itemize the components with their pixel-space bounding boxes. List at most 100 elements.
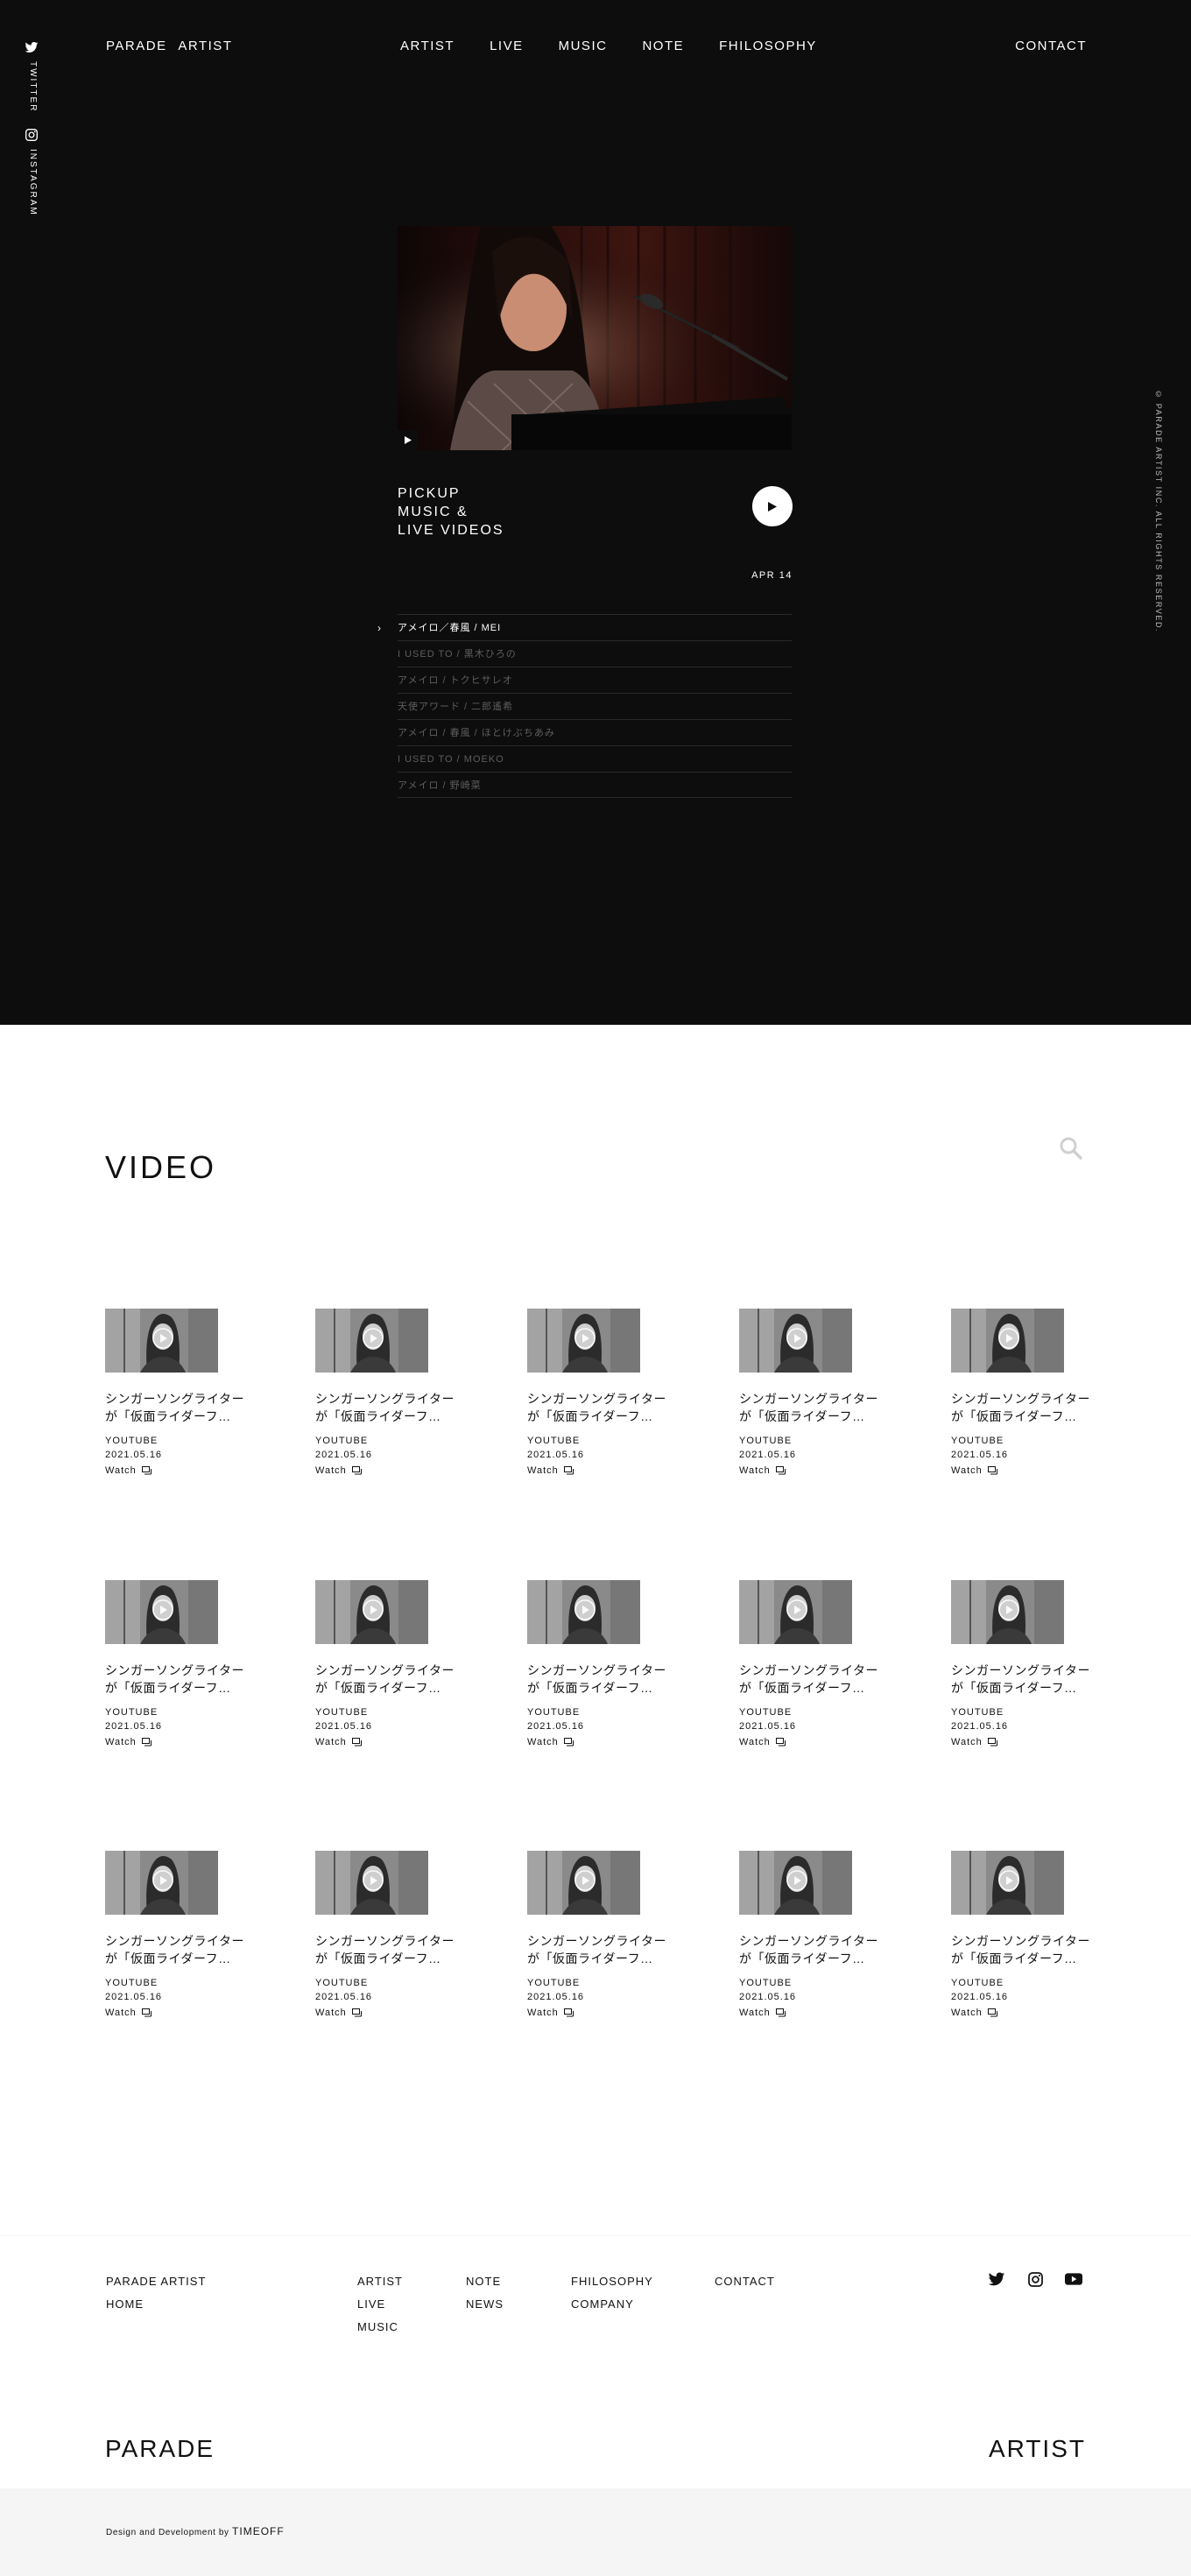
video-card[interactable]: シンガーソングライター が「仮面ライダーフ… YOUTUBE 2021.05.16 Wa… — [951, 1580, 1089, 1749]
watch-link[interactable]: Watch — [315, 1735, 362, 1749]
watch-link[interactable]: Watch — [315, 2006, 362, 2020]
external-link-icon — [983, 1466, 997, 1475]
external-link-icon — [347, 1466, 362, 1475]
video-thumbnail[interactable] — [951, 1309, 1064, 1373]
track-item[interactable]: I USED TO / MOEKO — [398, 745, 792, 772]
footer-link-music[interactable]: MUSIC — [357, 2316, 403, 2339]
video-source: YOUTUBE — [527, 1707, 581, 1718]
footer-link-note[interactable]: NOTE — [466, 2270, 504, 2293]
video-card[interactable]: シンガーソングライター が「仮面ライダーフ… YOUTUBE 2021.05.16 Wa… — [105, 1851, 244, 2020]
video-card[interactable]: シンガーソングライター が「仮面ライダーフ… YOUTUBE 2021.05.16 Wa… — [105, 1580, 243, 1749]
side-social-links: TWITTER INSTAGRAM — [23, 40, 40, 216]
footer-link-fhilosophy[interactable]: FHILOSOPHY — [571, 2270, 653, 2293]
track-item[interactable]: › アメイロ／春風 / MEI — [377, 614, 792, 640]
footer-link-parade-artist[interactable]: PARADE ARTIST — [106, 2270, 206, 2293]
video-thumbnail[interactable] — [951, 1580, 1064, 1644]
footer-link-home[interactable]: HOME — [106, 2293, 206, 2316]
video-date: 2021.05.16 — [527, 1450, 585, 1460]
video-thumbnail[interactable] — [527, 1580, 640, 1644]
thumbnail-play-icon[interactable] — [398, 430, 418, 450]
watch-link[interactable]: Watch — [527, 1735, 574, 1749]
pickup-play-button[interactable] — [752, 486, 793, 526]
video-thumbnail[interactable] — [527, 1851, 640, 1915]
nav-artist[interactable]: ARTIST — [400, 39, 455, 53]
instagram-link[interactable]: INSTAGRAM — [23, 128, 40, 216]
nav-fhilosophy[interactable]: FHILOSOPHY — [719, 39, 817, 53]
video-card[interactable]: シンガーソングライター が「仮面ライダーフ… YOUTUBE 2021.05.16 Wa… — [739, 1309, 877, 1478]
video-thumbnail[interactable] — [739, 1580, 852, 1644]
track-item[interactable]: アメイロ / トクヒサレオ — [398, 667, 792, 693]
video-card[interactable]: シンガーソングライター が「仮面ライダーフ… YOUTUBE 2021.05.16 Wa… — [951, 1309, 1090, 1478]
track-item[interactable]: I USED TO / 黒木ひろの — [398, 640, 792, 667]
external-link-icon — [347, 2008, 362, 2017]
track-item[interactable]: アメイロ / 春風 / ほとけぶちあみ — [398, 719, 792, 745]
video-thumbnail[interactable] — [105, 1309, 218, 1373]
footer-link-company[interactable]: COMPANY — [571, 2293, 653, 2316]
video-card[interactable]: シンガーソングライター が「仮面ライダーフ… YOUTUBE 2021.05.16 Wa… — [315, 1309, 454, 1478]
video-source: YOUTUBE — [315, 1436, 369, 1446]
video-thumbnail[interactable] — [527, 1309, 640, 1373]
pickup-video-thumbnail[interactable] — [398, 226, 792, 450]
nav-note[interactable]: NOTE — [642, 39, 684, 53]
brand-logo[interactable]: PARADE ARTIST — [106, 39, 232, 53]
watch-link[interactable]: Watch — [951, 1735, 997, 1749]
watch-link[interactable]: Watch — [527, 2006, 574, 2020]
video-card[interactable]: シンガーソングライター が「仮面ライダーフ… YOUTUBE 2021.05.16 Wa… — [739, 1851, 877, 2020]
watch-link[interactable]: Watch — [105, 2006, 152, 2020]
video-card[interactable]: シンガーソングライター が「仮面ライダーフ… YOUTUBE 2021.05.16 Wa… — [105, 1309, 243, 1478]
youtube-icon — [1065, 2273, 1082, 2285]
footer-twitter-link[interactable] — [988, 2270, 1005, 2288]
video-date: 2021.05.16 — [315, 1992, 373, 2002]
watch-link[interactable]: Watch — [527, 1464, 574, 1478]
nav-live[interactable]: LIVE — [490, 39, 524, 53]
watch-link[interactable]: Watch — [315, 1464, 362, 1478]
video-card[interactable]: シンガーソングライター が「仮面ライダーフ… YOUTUBE 2021.05.16 Wa… — [739, 1580, 877, 1749]
video-card[interactable]: シンガーソングライター が「仮面ライダーフ… YOUTUBE 2021.05.16 Wa… — [527, 1309, 666, 1478]
nav-contact[interactable]: CONTACT — [1015, 39, 1087, 53]
video-thumbnail[interactable] — [105, 1580, 218, 1644]
video-title-line-1: シンガーソングライター — [105, 1934, 244, 1948]
video-title-line-1: シンガーソングライター — [527, 1663, 666, 1677]
watch-label: Watch — [739, 1737, 771, 1747]
footer-instagram-link[interactable] — [1026, 2270, 1044, 2288]
credit-name[interactable]: TIMEOFF — [232, 2525, 285, 2537]
video-thumbnail[interactable] — [315, 1851, 428, 1915]
footer-link-live[interactable]: LIVE — [357, 2293, 403, 2316]
video-thumbnail[interactable] — [739, 1851, 852, 1915]
video-title-line-2: が「仮面ライダーフ… — [527, 1409, 653, 1423]
footer-link-news[interactable]: NEWS — [466, 2293, 504, 2316]
video-title-line-2: が「仮面ライダーフ… — [527, 1681, 653, 1695]
watch-link[interactable]: Watch — [739, 1464, 786, 1478]
video-card[interactable]: シンガーソングライター が「仮面ライダーフ… YOUTUBE 2021.05.16 Wa… — [315, 1580, 454, 1749]
footer-link-artist[interactable]: ARTIST — [357, 2270, 403, 2293]
watch-link[interactable]: Watch — [951, 1464, 997, 1478]
footer-youtube-link[interactable] — [1065, 2270, 1082, 2288]
video-thumbnail[interactable] — [739, 1309, 852, 1373]
track-item[interactable]: アメイロ / 野崎菜 — [398, 772, 792, 798]
watch-link[interactable]: Watch — [105, 1464, 152, 1478]
video-thumbnail[interactable] — [951, 1851, 1064, 1915]
watch-label: Watch — [315, 1737, 347, 1747]
video-source: YOUTUBE — [527, 1436, 581, 1446]
video-thumbnail[interactable] — [315, 1580, 428, 1644]
video-thumbnail[interactable] — [315, 1309, 428, 1373]
watch-link[interactable]: Watch — [739, 1735, 786, 1749]
watch-link[interactable]: Watch — [739, 2006, 786, 2020]
track-item[interactable]: 天使アワード / 二郎遙希 — [398, 693, 792, 719]
watch-link[interactable]: Watch — [951, 2006, 997, 2020]
nav-music[interactable]: MUSIC — [559, 39, 608, 53]
video-card[interactable]: シンガーソングライター が「仮面ライダーフ… YOUTUBE 2021.05.16 Wa… — [527, 1851, 666, 2020]
video-date: 2021.05.16 — [315, 1721, 373, 1732]
video-card[interactable]: シンガーソングライター が「仮面ライダーフ… YOUTUBE 2021.05.16 Wa… — [315, 1851, 454, 2020]
watch-label: Watch — [951, 2008, 983, 2018]
video-date: 2021.05.16 — [951, 1992, 1009, 2002]
video-thumbnail[interactable] — [105, 1851, 218, 1915]
watch-link[interactable]: Watch — [105, 1735, 152, 1749]
search-button[interactable] — [1058, 1135, 1084, 1161]
watch-label: Watch — [105, 2008, 137, 2018]
video-card[interactable]: シンガーソングライター が「仮面ライダーフ… YOUTUBE 2021.05.16 Wa… — [951, 1851, 1089, 2020]
video-source: YOUTUBE — [527, 1978, 581, 1988]
video-title-line-1: シンガーソングライター — [951, 1392, 1090, 1406]
video-card[interactable]: シンガーソングライター が「仮面ライダーフ… YOUTUBE 2021.05.16 Wa… — [527, 1580, 666, 1749]
footer-link-contact[interactable]: CONTACT — [715, 2270, 775, 2293]
